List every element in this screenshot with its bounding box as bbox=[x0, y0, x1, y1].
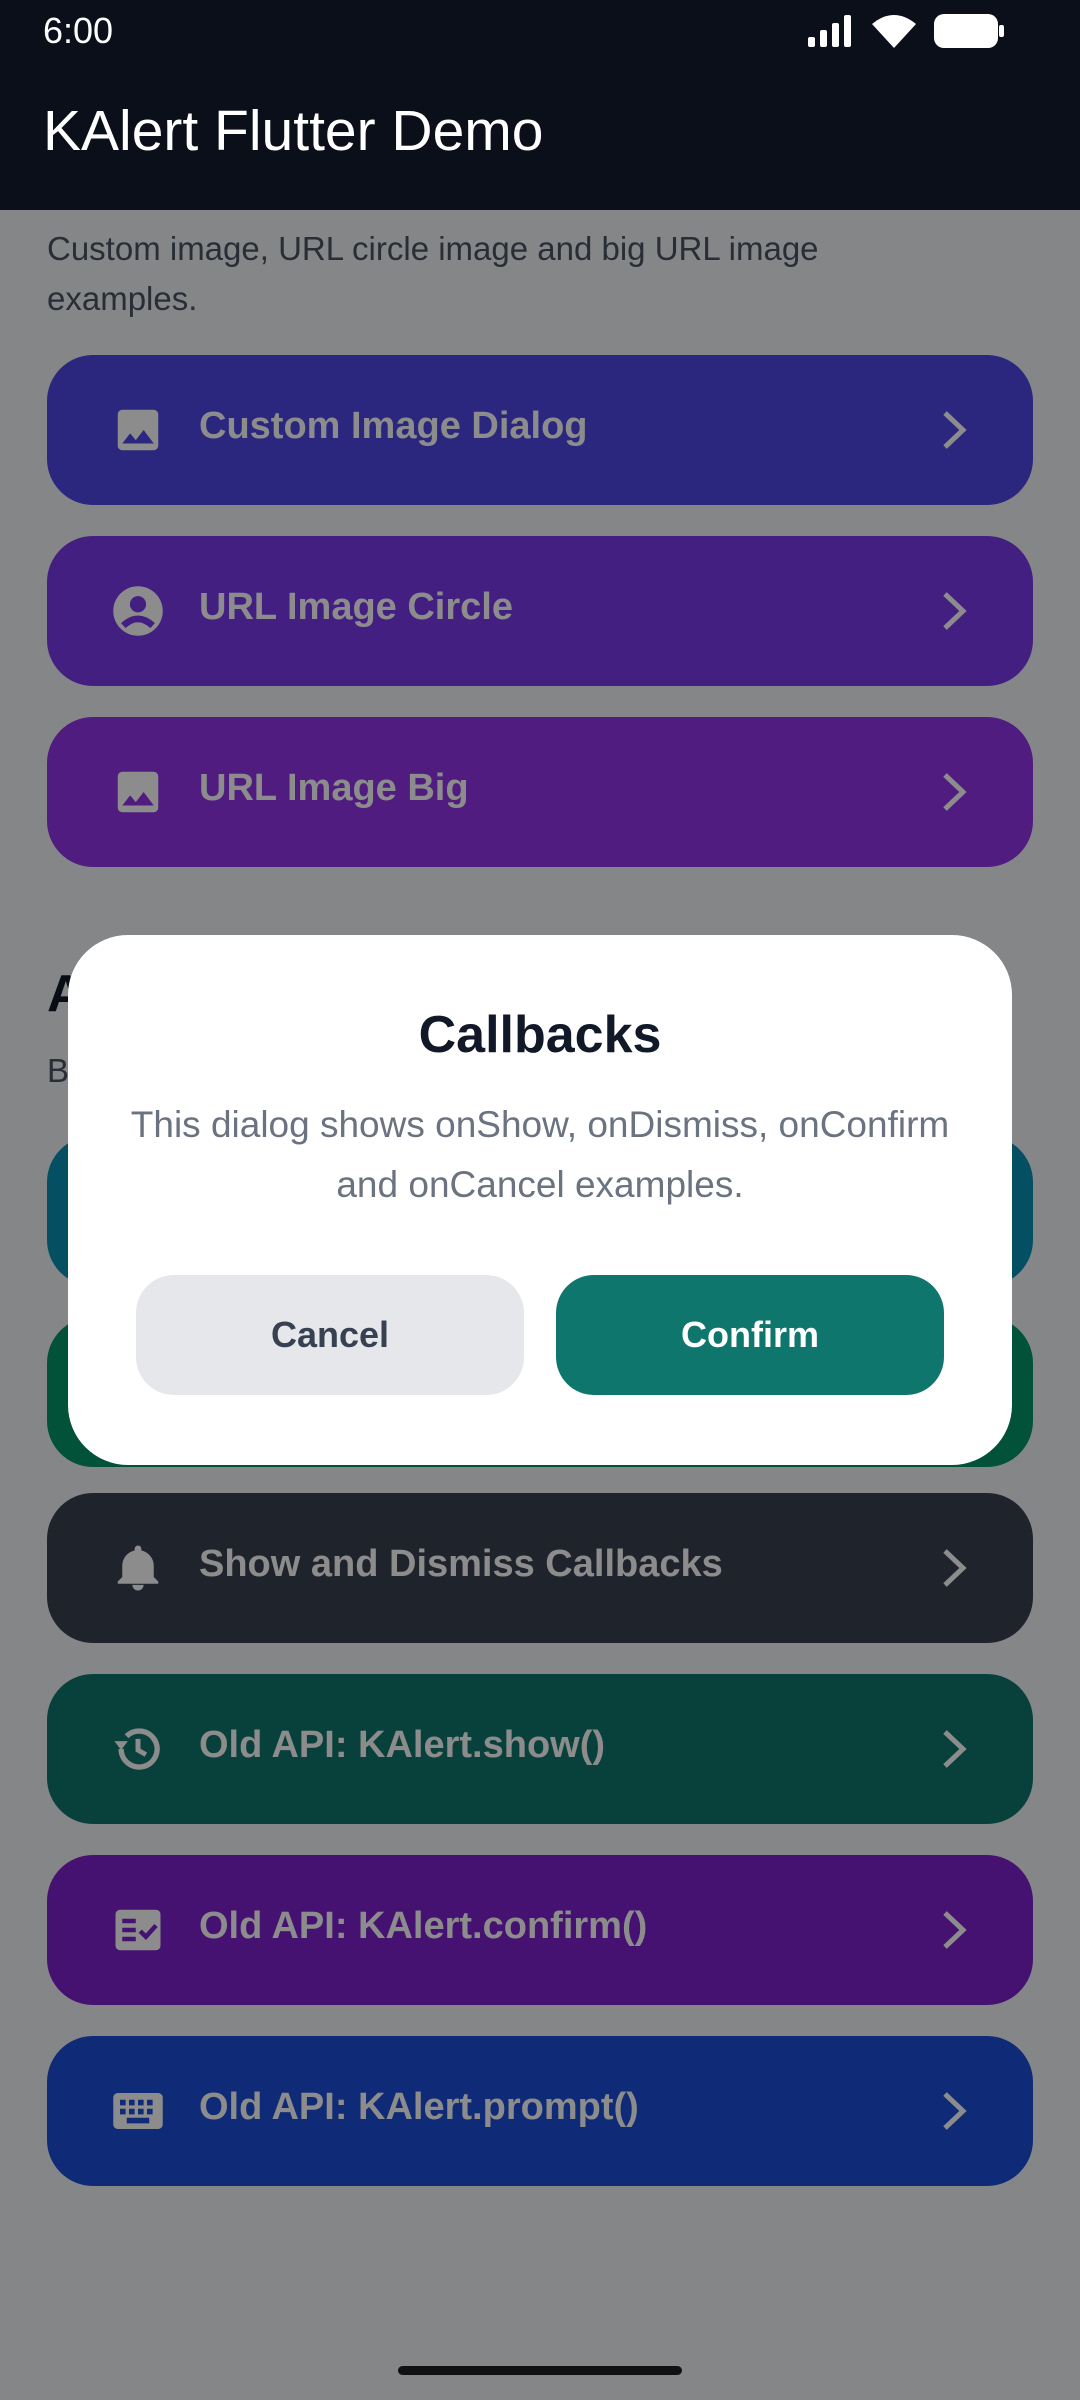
cancel-button[interactable]: Cancel bbox=[136, 1275, 524, 1395]
app-title: KAlert Flutter Demo bbox=[43, 99, 544, 163]
app-bar: KAlert Flutter Demo bbox=[0, 62, 1080, 210]
wifi-icon bbox=[872, 15, 916, 48]
status-bar: 6:00 bbox=[0, 0, 1080, 62]
dialog-title: Callbacks bbox=[418, 1006, 662, 1064]
callbacks-dialog: Callbacks This dialog shows onShow, onDi… bbox=[68, 935, 1012, 1465]
status-icons bbox=[808, 14, 1004, 48]
dialog-message: This dialog shows onShow, onDismiss, onC… bbox=[130, 1104, 950, 1205]
home-indicator[interactable] bbox=[398, 2366, 682, 2375]
signal-icon bbox=[808, 15, 851, 47]
status-time: 6:00 bbox=[43, 10, 114, 51]
confirm-button[interactable]: Confirm bbox=[556, 1275, 944, 1395]
battery-icon bbox=[934, 14, 1004, 48]
